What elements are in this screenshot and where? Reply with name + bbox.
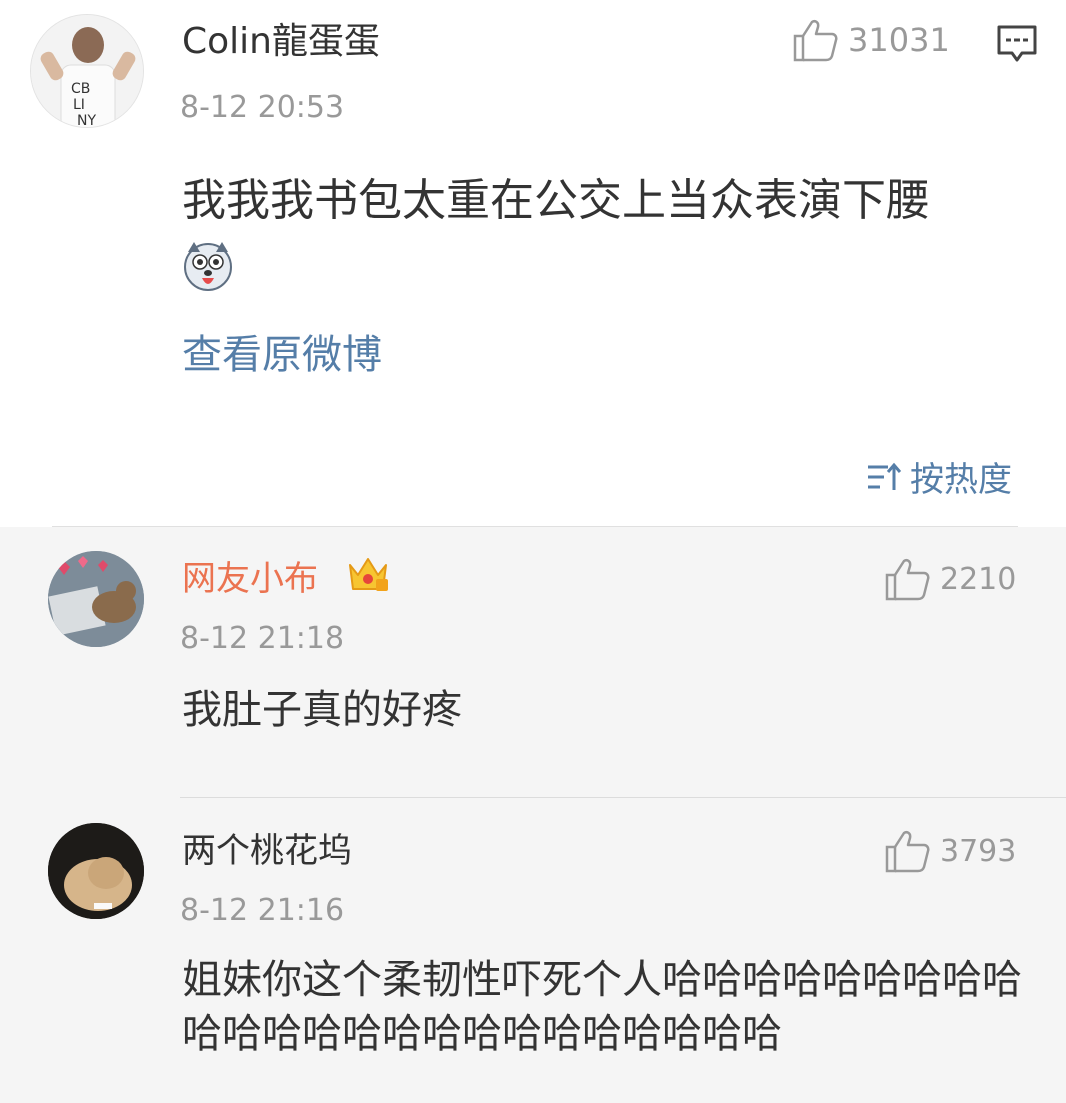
like-button[interactable]: 31031 [792, 18, 950, 62]
like-count: 2210 [940, 561, 1017, 597]
svg-text:CB: CB [71, 81, 90, 97]
view-original-link[interactable]: 查看原微博 [182, 330, 382, 380]
reply-time: 8-12 21:18 [180, 621, 345, 656]
list-item: 两个桃花坞 8-12 21:16 3793 姐妹你这个柔韧性吓死个人哈哈哈哈哈哈… [0, 799, 1066, 1103]
like-count: 3793 [940, 833, 1017, 869]
sort-label: 按热度 [910, 460, 1012, 500]
author-avatar[interactable]: CB LI NY [30, 14, 144, 128]
reply-avatar[interactable] [48, 823, 144, 919]
husky-emoji-icon [184, 242, 232, 291]
thumbs-up-icon [885, 558, 930, 601]
reply-avatar[interactable] [48, 551, 144, 647]
reply-author[interactable]: 网友小布 [182, 557, 318, 601]
sort-icon [868, 462, 902, 490]
author-name[interactable]: Colin龍蛋蛋 [182, 20, 380, 64]
svg-text:LI: LI [73, 97, 85, 113]
reply-author[interactable]: 两个桃花坞 [182, 829, 352, 873]
sort-by-hotness-button[interactable]: 按热度 [866, 452, 1012, 501]
reply-text: 姐妹你这个柔韧性吓死个人哈哈哈哈哈哈哈哈哈哈哈哈哈哈哈哈哈哈哈哈哈哈哈哈 [182, 957, 1022, 1057]
thumbs-up-icon [885, 830, 930, 873]
like-button[interactable]: 3793 [884, 829, 1016, 873]
post-text: 我我我书包太重在公交上当众表演下腰 [182, 175, 930, 226]
divider [180, 797, 1066, 798]
svg-text:NY: NY [77, 113, 96, 128]
like-count: 31031 [848, 21, 950, 59]
main-comment: CB LI NY Colin龍蛋蛋 8-12 20:53 31031 我我我书包… [0, 0, 1066, 527]
reply-text: 我肚子真的好疼 [182, 687, 462, 733]
replies-section: 网友小布 8-12 21:18 2210 我肚子真的好疼 两个桃花坞 8-12 … [0, 527, 1066, 1103]
list-item: 网友小布 8-12 21:18 2210 我肚子真的好疼 [0, 527, 1066, 798]
comment-icon[interactable] [996, 22, 1038, 64]
crown-vip-icon [349, 558, 388, 591]
post-time: 8-12 20:53 [180, 90, 345, 125]
thumbs-up-icon [793, 19, 838, 62]
like-button[interactable]: 2210 [884, 557, 1016, 601]
reply-time: 8-12 21:16 [180, 893, 345, 928]
